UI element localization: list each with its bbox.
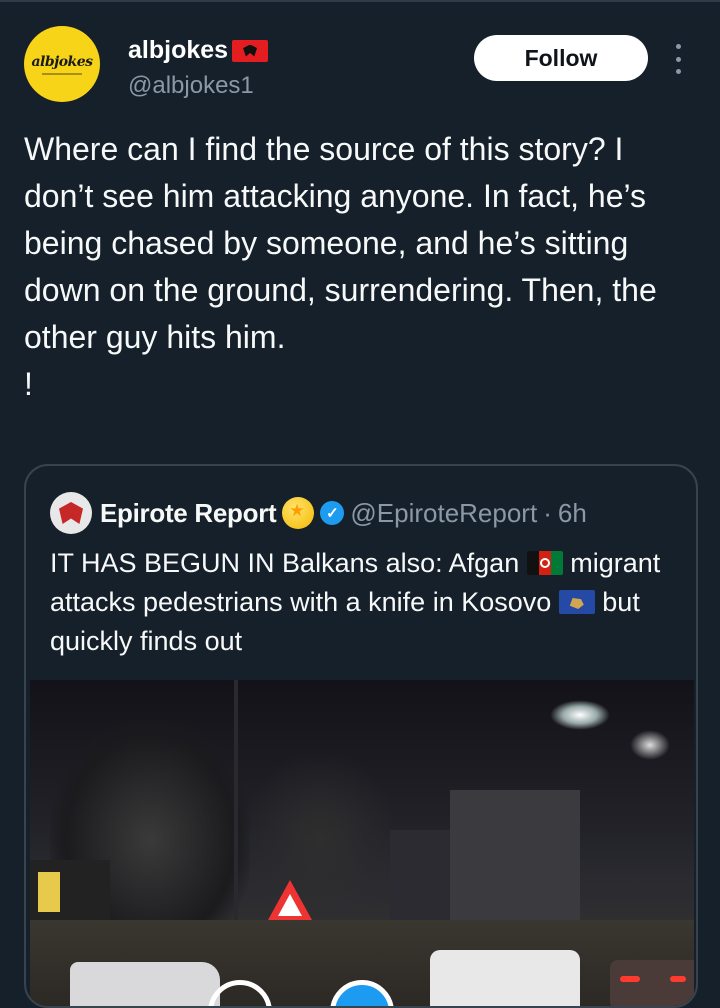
quoted-tweet-card[interactable]: Epirote Report ✓ @EpiroteReport · 6h IT … [24,464,698,1008]
video-storefront-sign [38,872,60,912]
quoted-text-part1: IT HAS BEGUN IN Balkans also: Afgan [50,548,527,578]
avatar-logo-underline [42,72,82,75]
video-tail-light [670,976,686,982]
quoted-timestamp[interactable]: 6h [558,498,587,529]
more-vertical-icon[interactable] [668,44,688,74]
kosovo-flag-icon [558,590,595,614]
top-divider [0,0,720,2]
star-struck-emoji-icon [282,497,315,529]
afghanistan-flag-icon [526,551,563,575]
video-traffic-sign-inner [278,894,302,916]
author-display-name[interactable]: albjokes [128,36,269,65]
author-name-text: albjokes [128,36,229,64]
quoted-author-name[interactable]: Epirote Report [100,498,277,529]
author-avatar[interactable]: albjokes [24,26,100,102]
video-car [430,950,580,1006]
video-thumbnail[interactable] [30,680,694,1006]
more-dot [675,69,681,74]
video-tree [240,750,400,930]
quoted-tweet-header: Epirote Report ✓ @EpiroteReport · 6h [100,492,587,534]
tweet-text: Where can I find the source of this stor… [24,131,657,402]
verified-badge-icon: ✓ [320,501,345,525]
avatar-logo-text: albjokes [31,53,93,70]
quoted-author-avatar[interactable] [50,492,92,534]
more-dot [675,44,681,49]
video-car [610,960,694,1006]
video-car [70,962,220,1006]
quoted-tweet-text: IT HAS BEGUN IN Balkans also: Afgan migr… [50,544,680,661]
header-separator: · [543,497,552,528]
author-handle[interactable]: @albjokes1 [128,72,254,100]
video-streetlight [630,730,670,760]
quoted-author-handle[interactable]: @EpiroteReport [350,498,537,529]
more-dot [675,56,681,62]
video-streetlight [550,700,610,730]
follow-button[interactable]: Follow [474,35,648,81]
video-tail-light [620,976,640,982]
video-building [450,790,580,940]
albania-flag-icon [232,39,269,62]
